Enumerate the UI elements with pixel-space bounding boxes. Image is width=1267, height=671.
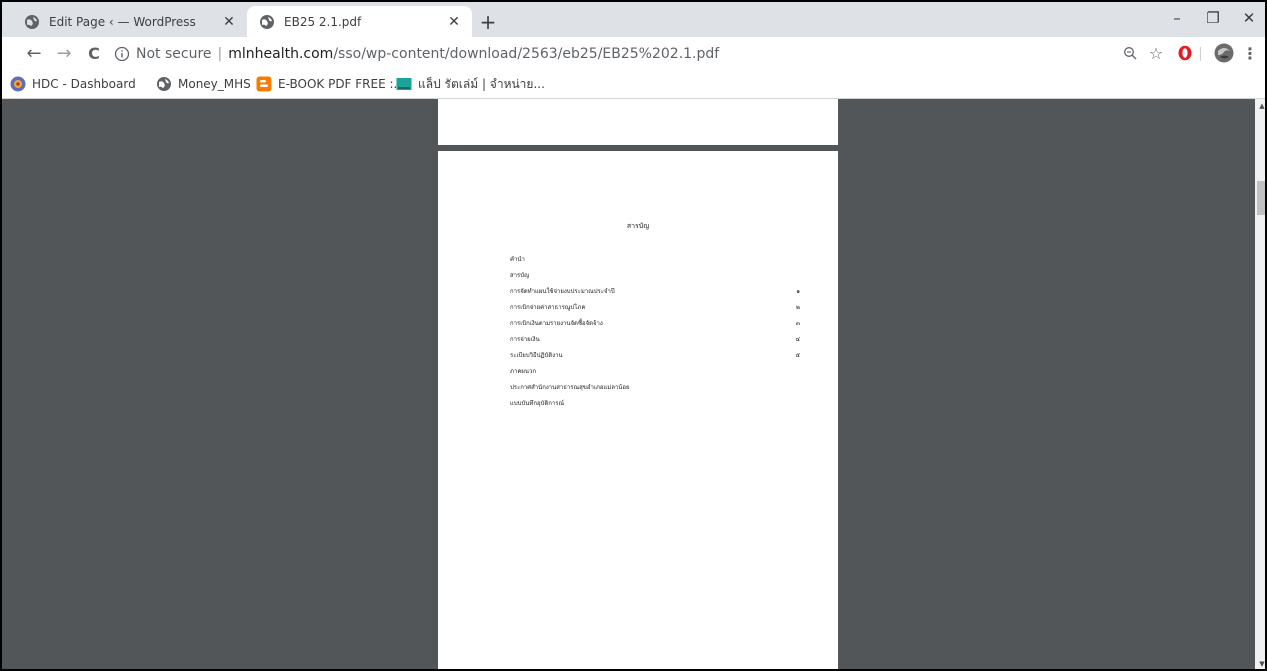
back-button[interactable]: ←	[22, 41, 46, 65]
profile-avatar[interactable]	[1212, 41, 1236, 65]
toc-row: การเบิกเงินตามรายงานจัดซื้อจัดจ้าง ๓	[510, 318, 800, 328]
toc-row: แบบบันทึกอุบัติการณ์	[510, 398, 800, 408]
tab-title: Edit Page ‹ — WordPress	[49, 14, 196, 29]
zoom-icon[interactable]	[1118, 41, 1142, 65]
toc-row: คำนำ	[510, 254, 800, 264]
scrollbar-thumb[interactable]	[1257, 181, 1265, 215]
toc-page: ๕	[795, 352, 800, 359]
globe-icon	[260, 14, 274, 29]
avatar	[1214, 43, 1234, 63]
toc-label: สารบัญ	[510, 272, 530, 279]
toc-label: ภาคผนวก	[510, 368, 536, 375]
opera-extension-icon[interactable]	[1173, 41, 1197, 65]
toc-row: การจ่ายเงิน ๔	[510, 334, 800, 344]
toc-label: แบบบันทึกอุบัติการณ์	[510, 400, 565, 407]
toc-page: ๓	[795, 320, 800, 327]
pdf-viewer[interactable]: สารบัญ คำนำ สารบัญ การจัดทำแผนใช้จ่ายงบป…	[2, 99, 1255, 669]
toolbar-divider	[1200, 47, 1201, 61]
minimize-button[interactable]: –	[1162, 6, 1192, 30]
new-tab-button[interactable]: +	[476, 10, 500, 34]
toc-row: ประกาศสำนักงานสาธารณสุขอำเภอแม่ลาน้อย	[510, 382, 800, 392]
toc-label: การเบิกจ่ายค่าสาธารณูปโภค	[510, 304, 586, 311]
bookmark-label: แล็ป รัตเล่ม์ | จำหน่าย...	[418, 76, 545, 91]
vertical-scrollbar[interactable]: ▲ ▼	[1255, 99, 1265, 669]
address-bar[interactable]: Not secure | mlnhealth.com /sso/wp-conte…	[114, 40, 1264, 67]
url-host: mlnhealth.com	[228, 45, 334, 62]
bookmark-label: Money_MHS	[178, 77, 251, 91]
blogger-icon	[256, 76, 272, 92]
toc-title: สารบัญ	[626, 222, 650, 230]
restore-button[interactable]: ❐	[1198, 6, 1228, 30]
reload-button[interactable]: C	[82, 41, 106, 65]
tab-strip: Edit Page ‹ — WordPress ✕ EB25 2.1.pdf ✕…	[2, 2, 1265, 37]
bookmark-money-mhs[interactable]: Money_MHS	[156, 73, 251, 95]
opera-icon	[1178, 45, 1192, 61]
tab-wordpress[interactable]: Edit Page ‹ — WordPress ✕	[12, 6, 247, 37]
pdf-page-previous	[438, 99, 838, 145]
bookmark-star-icon[interactable]: ☆	[1144, 41, 1168, 65]
close-tab-icon[interactable]: ✕	[221, 14, 237, 30]
bookmark-hdc-dashboard[interactable]: HDC - Dashboard	[10, 73, 136, 95]
security-label: Not secure	[136, 45, 212, 62]
toc-label: ประกาศสำนักงานสาธารณสุขอำเภอแม่ลาน้อย	[510, 384, 630, 391]
toc-label: คำนำ	[510, 256, 525, 263]
forward-button[interactable]: →	[52, 41, 76, 65]
toc-label: การจ่ายเงิน	[510, 336, 540, 343]
shop-icon	[396, 78, 412, 90]
bookmark-label: HDC - Dashboard	[32, 77, 136, 91]
toc-row: สารบัญ	[510, 270, 800, 280]
toc-row: การเบิกจ่ายค่าสาธารณูปโภค ๒	[510, 302, 800, 312]
toc-label: การจัดทำแผนใช้จ่ายงบประมาณประจำปี	[510, 288, 615, 295]
toc-row: การจัดทำแผนใช้จ่ายงบประมาณประจำปี ๑	[510, 286, 800, 296]
toc-label: ระเบียบวิธีปฏิบัติงาน	[510, 352, 563, 359]
search-icon	[1124, 47, 1137, 60]
toc-page: ๑	[796, 288, 800, 295]
close-tab-icon[interactable]: ✕	[446, 14, 462, 30]
tab-title: EB25 2.1.pdf	[284, 14, 362, 29]
toc-label: การเบิกเงินตามรายงานจัดซื้อจัดจ้าง	[510, 320, 603, 327]
toc-page: ๔	[795, 336, 800, 343]
menu-button[interactable]: ⋮	[1238, 41, 1262, 65]
omnibox-separator: |	[217, 45, 223, 62]
browser-window: Edit Page ‹ — WordPress ✕ EB25 2.1.pdf ✕…	[0, 0, 1267, 671]
info-icon[interactable]	[114, 46, 130, 62]
url-path: /sso/wp-content/download/2563/eb25/EB25%…	[333, 45, 720, 62]
scroll-up-icon[interactable]: ▲	[1255, 99, 1265, 113]
bookmark-ebook-pdf[interactable]: E-BOOK PDF FREE :...	[256, 73, 405, 95]
bookmark-shop[interactable]: แล็ป รัตเล่ม์ | จำหน่าย...	[396, 73, 545, 95]
globe-icon	[157, 77, 171, 91]
toc-page: ๒	[796, 304, 800, 311]
hdc-favicon-icon	[10, 76, 26, 92]
scroll-down-icon[interactable]: ▼	[1255, 657, 1265, 669]
pdf-page: สารบัญ คำนำ สารบัญ การจัดทำแผนใช้จ่ายงบป…	[438, 151, 838, 669]
bookmarks-bar: HDC - Dashboard Money_MHS E-BOOK PDF FRE…	[2, 70, 1265, 99]
globe-icon	[25, 14, 39, 29]
toolbar: ← → C Not secure | mlnhealth.com /sso/wp…	[2, 37, 1265, 70]
tab-pdf[interactable]: EB25 2.1.pdf ✕	[247, 6, 472, 37]
toc-row: ระเบียบวิธีปฏิบัติงาน ๕	[510, 350, 800, 360]
bookmark-label: E-BOOK PDF FREE :...	[278, 77, 405, 91]
toc-row: ภาคผนวก	[510, 366, 800, 376]
close-window-button[interactable]: ✕	[1234, 6, 1264, 30]
